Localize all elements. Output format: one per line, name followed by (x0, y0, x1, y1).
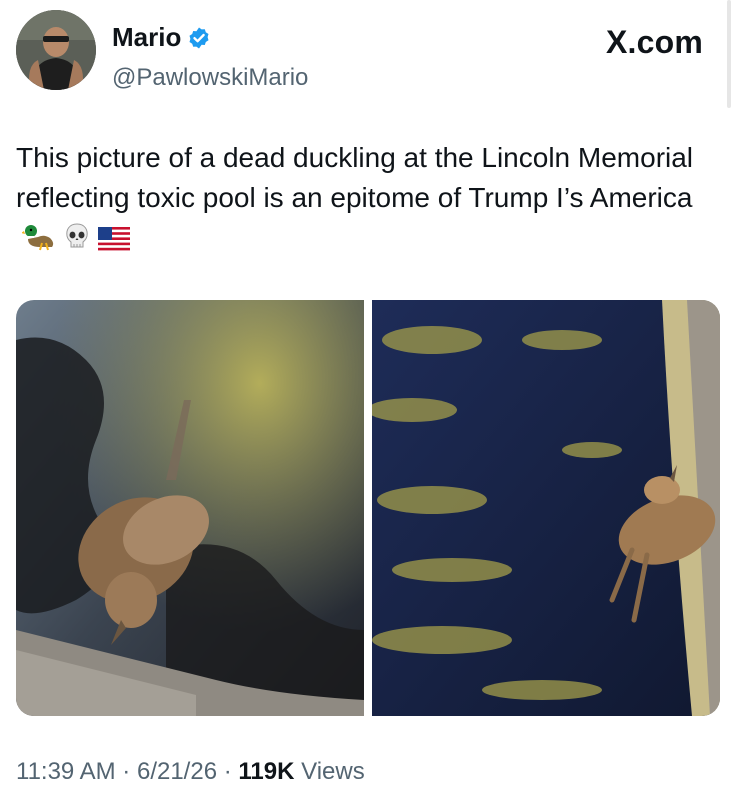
tweet-time[interactable]: 11:39 AM (16, 758, 116, 785)
name-row: Mario (112, 22, 211, 53)
tweet-meta: 11:39 AM · 6/21/26 · 119K Views (16, 758, 365, 786)
tweet-header: Mario @PawlowskiMario X.com (16, 10, 735, 94)
tweet-body: This picture of a dead duckling at the L… (16, 142, 694, 213)
avatar[interactable] (16, 10, 96, 90)
verified-badge-icon (189, 27, 209, 48)
duck-emoji-icon (21, 221, 56, 262)
tweet-media[interactable] (16, 300, 720, 716)
meta-separator: · (223, 758, 232, 785)
views-count[interactable]: 119K (238, 758, 294, 785)
display-name[interactable]: Mario (112, 22, 181, 53)
photo-dead-duckling-1[interactable] (16, 300, 364, 716)
photo-2-image (372, 300, 720, 716)
photo-1-image (16, 300, 364, 716)
skull-emoji-icon (62, 221, 92, 262)
photo-dead-duckling-2[interactable] (372, 300, 720, 716)
views-label: Views (301, 758, 365, 785)
meta-separator: · (122, 758, 131, 785)
user-handle[interactable]: @PawlowskiMario (112, 64, 308, 92)
us-flag-emoji-icon (98, 222, 130, 262)
tweet-text: This picture of a dead duckling at the L… (16, 138, 706, 262)
avatar-image (16, 10, 96, 90)
x-com-watermark: X.com (605, 24, 703, 60)
tweet-date[interactable]: 6/21/26 (137, 758, 217, 785)
